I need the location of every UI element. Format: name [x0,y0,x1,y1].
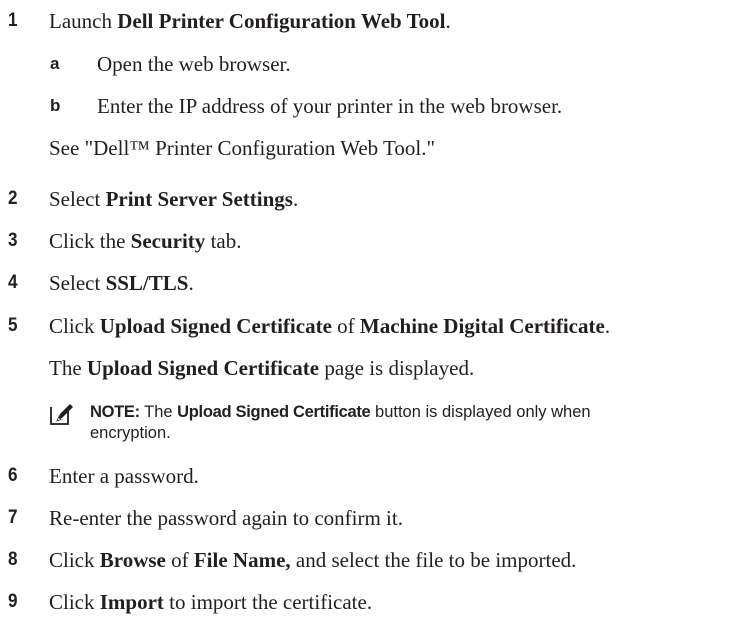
step-number: 8 [8,549,18,570]
step-text: Click Import to import the certificate. [49,590,373,614]
step-text: Launch Dell Printer Configuration Web To… [49,9,451,33]
substep-text: Open the web browser. [97,52,291,76]
substep-letter: b [50,96,61,115]
step-number: 6 [8,465,18,486]
step-text: Click Upload Signed Certificate of Machi… [49,314,611,338]
note-line-1: NOTE: The Upload Signed Certificate butt… [90,403,591,421]
substep-text: Enter the IP address of your printer in … [97,94,563,118]
step-number: 2 [8,188,18,209]
pencil-note-icon [50,402,74,426]
step-number: 5 [8,315,18,336]
step-number: 1 [8,10,18,31]
step-text: Click Browse of File Name, and select th… [49,548,577,572]
note-line-2: encryption. [90,424,171,442]
step-number: 3 [8,230,18,251]
step-text: Enter a password. [49,464,199,488]
step-text: Re-enter the password again to confirm i… [49,506,403,530]
step-number: 9 [8,591,18,612]
step-text: Select SSL/TLS. [49,271,194,295]
step-number: 4 [8,272,18,293]
substep-letter: a [50,54,60,73]
step-text: Click the Security tab. [49,229,242,253]
note-label: NOTE: [90,403,140,421]
step-text: Select Print Server Settings. [49,187,299,211]
note-block: NOTE: The Upload Signed Certificate butt… [90,402,591,444]
step-number: 7 [8,507,18,528]
